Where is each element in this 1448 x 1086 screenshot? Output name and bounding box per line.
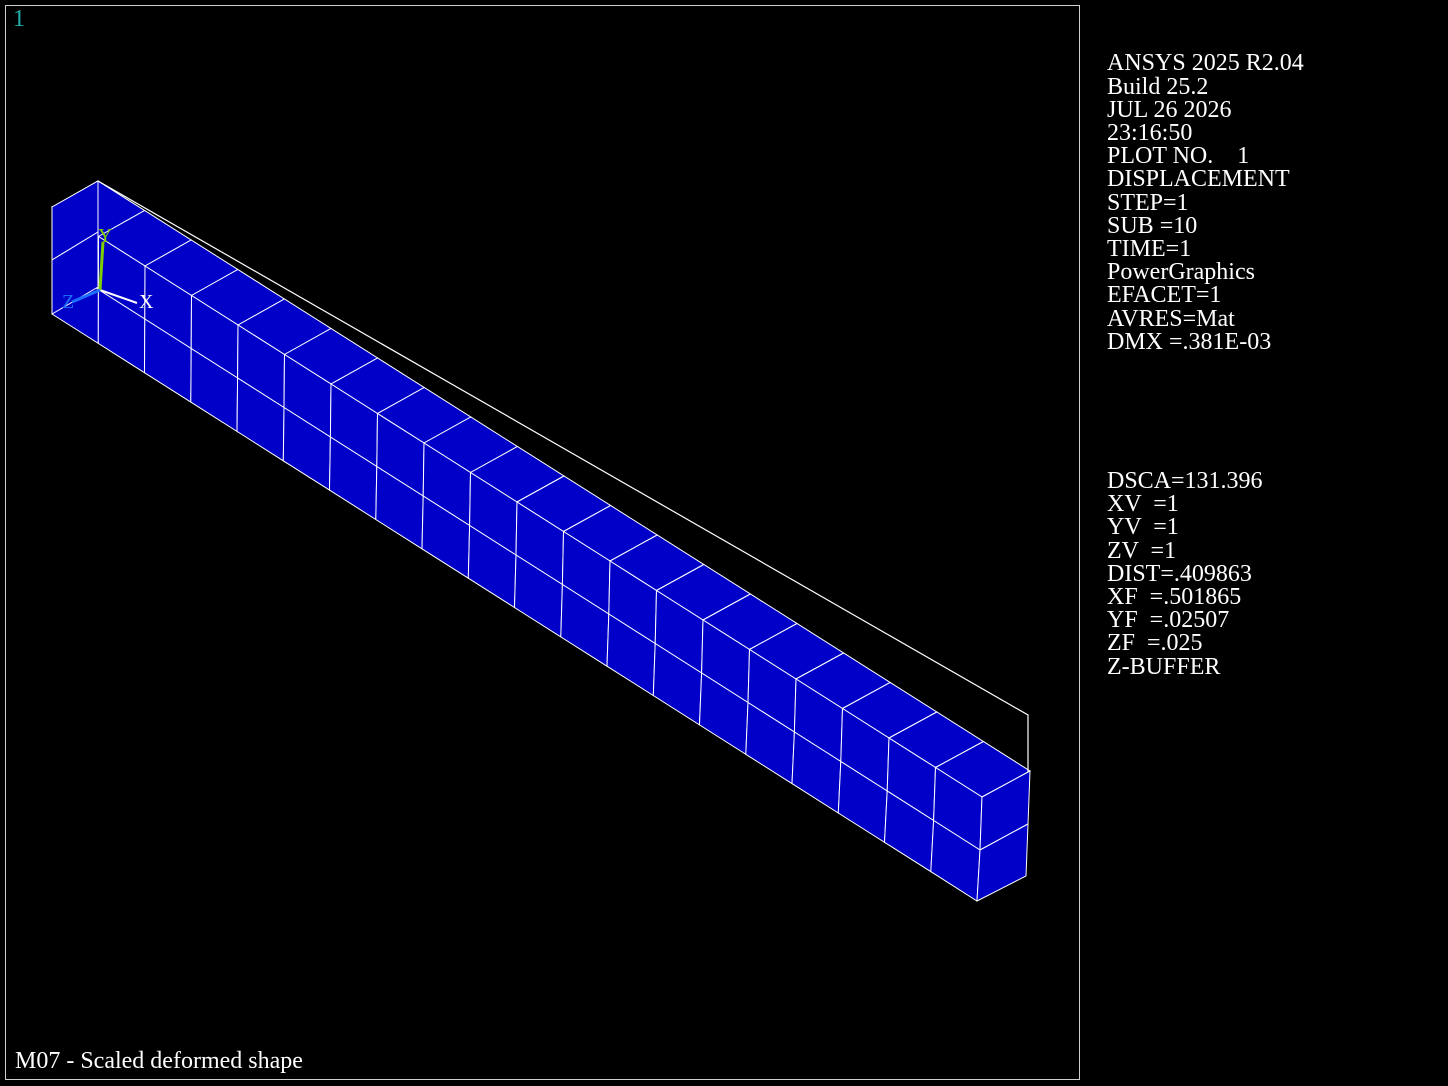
info-line: Build 25.2	[1107, 73, 1209, 100]
info-line: YV =1	[1107, 514, 1179, 541]
info-line: Z-BUFFER	[1107, 653, 1221, 680]
info-line: PLOT NO. 1	[1107, 143, 1250, 170]
info-line: DMX =.381E-03	[1107, 328, 1272, 355]
info-line: ZV =1	[1107, 537, 1177, 564]
info-block-plot-settings: ANSYS 2025 R2.04 Build 25.2 JUL 26 2026 23:…	[1107, 50, 1304, 355]
info-line: TIME=1	[1107, 236, 1192, 263]
info-line: STEP=1	[1107, 189, 1189, 216]
window-number: 1	[13, 6, 25, 32]
info-line: 23:16:50	[1107, 120, 1193, 147]
info-line: ANSYS 2025 R2.04	[1107, 50, 1304, 77]
plot-caption: M07 - Scaled deformed shape	[15, 1048, 303, 1074]
triad-y-label: Y	[98, 225, 112, 247]
info-line: EFACET=1	[1107, 282, 1222, 309]
info-line: ZF =.025	[1107, 630, 1203, 657]
info-line: XF =.501865	[1107, 584, 1242, 611]
info-line: DIST=.409863	[1107, 560, 1252, 587]
triad-z-label: Z	[62, 291, 74, 313]
info-panel: ANSYS 2025 R2.04 Build 25.2 JUL 26 2026 23:…	[1107, 6, 1304, 702]
info-block-view-settings: DSCA=131.396 XV =1 YV =1 ZV =1 DIST=.409863 X…	[1107, 468, 1304, 680]
triad-x-label: X	[139, 291, 154, 313]
info-line: XV =1	[1107, 491, 1179, 518]
info-line: SUB =10	[1107, 212, 1198, 239]
info-line: JUL 26 2026	[1107, 96, 1232, 123]
info-line: DSCA=131.396	[1107, 468, 1263, 495]
info-line: YF =.02507	[1107, 607, 1230, 634]
deformed-beam-mesh	[51, 180, 1031, 902]
info-line: AVRES=Mat	[1107, 305, 1235, 332]
info-line: PowerGraphics	[1107, 259, 1255, 286]
info-line: DISPLACEMENT	[1107, 166, 1290, 193]
